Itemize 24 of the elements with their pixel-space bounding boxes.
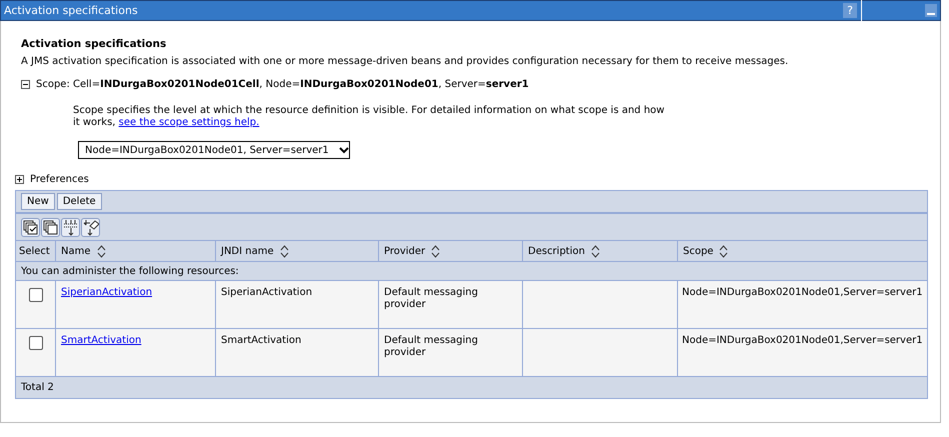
delete-button[interactable]: Delete xyxy=(56,193,102,210)
column-header[interactable]: Name xyxy=(61,246,91,257)
column-header[interactable]: JNDI name xyxy=(221,246,274,257)
preferences-label[interactable]: Preferences xyxy=(30,174,89,184)
scope-dropdown[interactable]: Node=INDurgaBox0201Node01, Server=server1 xyxy=(78,141,350,159)
description-text: A JMS activation specification is associated with one or more message-driven beans and provides configuration necessary for them to receive messages. xyxy=(21,56,790,69)
table-cell: Node=INDurgaBox0201Node01,Server=server1 xyxy=(678,280,928,328)
total-count: Total 2 xyxy=(16,376,928,398)
resource-link[interactable]: SmartActivation xyxy=(61,335,142,346)
scope-help-link[interactable]: see the scope settings help. xyxy=(118,117,260,128)
table-cell: SmartActivation xyxy=(216,328,378,376)
column-header[interactable]: Provider xyxy=(384,246,426,257)
scope-help-text: Scope specifies the level at which the resource definition is visible. For detailed information on what scope is and how it works, see the scope settings help. xyxy=(73,105,666,129)
scope-label: Scope: Cell=INDurgaBox0201Node01Cell, Node=INDurgaBox0201Node01, Server=server1 xyxy=(36,78,529,90)
table-cell: Default messaging provider xyxy=(378,280,522,328)
window-title: Activation specifications xyxy=(3,4,139,17)
resource-link[interactable]: SiperianActivation xyxy=(61,287,152,298)
column-header[interactable]: Scope xyxy=(683,246,714,257)
new-button[interactable]: New xyxy=(21,193,55,210)
table-cell: Node=INDurgaBox0201Node01,Server=server1 xyxy=(678,328,928,376)
page-heading: Activation specifications xyxy=(21,38,168,52)
table-cell: SiperianActivation xyxy=(216,280,378,328)
column-header: Select xyxy=(19,246,50,256)
table-cell: Default messaging provider xyxy=(378,328,522,376)
